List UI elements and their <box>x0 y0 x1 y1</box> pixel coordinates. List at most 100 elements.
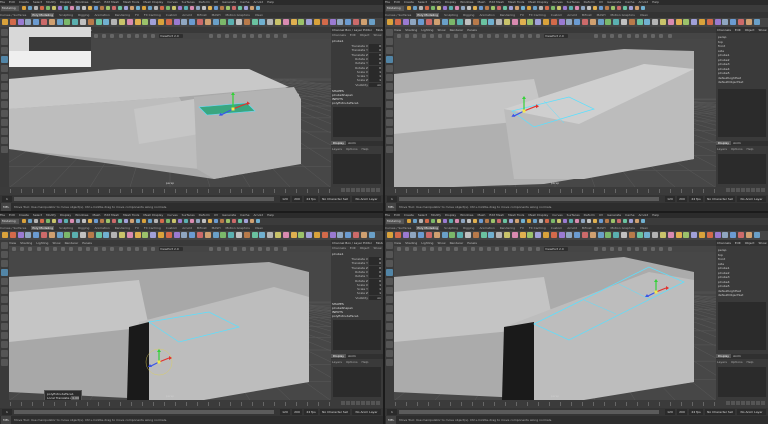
tool-icon[interactable] <box>386 65 393 72</box>
tool-icon[interactable] <box>1 251 8 258</box>
shelf-tool-icon[interactable] <box>667 19 674 25</box>
panel-icon[interactable] <box>495 247 500 251</box>
tool-icon[interactable] <box>386 83 393 90</box>
panel-icon[interactable] <box>421 247 426 251</box>
menu-select[interactable]: Select <box>418 0 427 4</box>
tool-icon[interactable] <box>386 38 393 45</box>
status-icon[interactable] <box>88 219 92 223</box>
shelf-tool-icon[interactable] <box>236 19 242 25</box>
shelf-tab[interactable]: Custom <box>551 226 563 230</box>
menu-surfaces[interactable]: Surfaces <box>182 0 195 4</box>
playback-button[interactable] <box>361 188 365 192</box>
status-icon[interactable] <box>154 219 158 223</box>
tool-icon[interactable] <box>1 101 8 108</box>
renderer-dropdown[interactable]: ViewPort 2.0 <box>544 34 568 38</box>
shelf-tool-icon[interactable] <box>142 19 149 25</box>
character-set-dropdown[interactable]: No Character Set <box>705 409 735 415</box>
shelf-tool-icon[interactable] <box>558 232 565 238</box>
shelf-tab[interactable]: Poly Modeling <box>31 13 55 17</box>
shelf-tab[interactable]: Sculpting <box>59 13 73 17</box>
panel-icon[interactable] <box>462 247 467 251</box>
menu-uv[interactable]: UV <box>599 213 603 217</box>
shelf-tool-icon[interactable] <box>353 232 359 238</box>
status-icon[interactable] <box>437 219 441 223</box>
panel-icon[interactable] <box>258 247 262 251</box>
playback-button[interactable] <box>361 401 365 405</box>
shelf-tab[interactable]: Rigging <box>463 226 474 230</box>
channel-value[interactable]: on <box>369 295 381 300</box>
shelf-tool-icon[interactable] <box>387 232 393 238</box>
shelf-tool-icon[interactable] <box>290 232 297 238</box>
panel-icon[interactable] <box>282 34 287 38</box>
layer-menu-item[interactable]: Layers <box>331 147 342 151</box>
status-icon[interactable] <box>190 219 194 223</box>
tool-icon[interactable] <box>386 128 393 135</box>
shelf-tab[interactable]: Motion Graphics <box>610 226 634 230</box>
shelf-tool-icon[interactable] <box>472 232 479 238</box>
panel-icon[interactable] <box>438 247 442 251</box>
panel-icon[interactable] <box>626 247 631 251</box>
panel-icon[interactable] <box>520 34 524 38</box>
status-icon[interactable] <box>473 219 477 223</box>
status-icon[interactable] <box>611 6 615 10</box>
channel-menu-item[interactable]: Object <box>359 33 370 37</box>
outliner-item[interactable]: pCube2 <box>718 58 730 62</box>
shelf-tool-icon[interactable] <box>558 19 565 25</box>
shelf-tab[interactable]: Motion Graphics <box>225 226 249 230</box>
menu-curves[interactable]: Curves <box>167 213 177 217</box>
panel-icon[interactable] <box>274 34 279 38</box>
channel-tab[interactable]: Channel Box / Layer Editor <box>331 28 372 32</box>
shelf-tool-icon[interactable] <box>527 232 534 238</box>
tool-icon[interactable] <box>386 278 393 285</box>
panel-icon[interactable] <box>634 34 639 38</box>
menu-generate[interactable]: Generate <box>607 0 621 4</box>
shelf-tool-icon[interactable] <box>165 19 172 25</box>
status-icon[interactable] <box>130 219 134 223</box>
tool-icon[interactable] <box>1 92 8 99</box>
shelf-tool-icon[interactable] <box>644 19 651 25</box>
panel-icon[interactable] <box>667 247 672 251</box>
shelf-tool-icon[interactable] <box>103 19 110 25</box>
playback-button[interactable] <box>371 188 375 192</box>
workspace-dropdown[interactable]: Modeling <box>1 6 19 11</box>
status-icon[interactable] <box>611 219 615 223</box>
status-icon[interactable] <box>52 6 56 10</box>
shelf-tool-icon[interactable] <box>722 19 729 25</box>
panel-icon[interactable] <box>446 34 451 38</box>
status-icon[interactable] <box>527 219 531 223</box>
shelf-tool-icon[interactable] <box>111 19 118 25</box>
shelf-tool-icon[interactable] <box>368 19 375 25</box>
menu-arnold[interactable]: Arnold <box>638 213 648 217</box>
panel-icon[interactable] <box>626 34 631 38</box>
status-icon[interactable] <box>70 219 74 223</box>
playback-button[interactable] <box>726 188 730 192</box>
shelf-tab[interactable]: MASH <box>212 226 221 230</box>
status-icon[interactable] <box>509 219 513 223</box>
tool-icon[interactable] <box>386 101 393 108</box>
status-icon[interactable] <box>425 219 429 223</box>
shelf-tab[interactable]: Rendering <box>500 13 515 17</box>
shelf-tool-icon[interactable] <box>699 19 705 25</box>
menu-uv[interactable]: UV <box>214 213 218 217</box>
panel-icon[interactable] <box>528 34 533 38</box>
range-start-field[interactable]: 1 <box>2 409 12 415</box>
viewport-scene[interactable] <box>9 27 91 67</box>
panel-menu-show[interactable]: Show <box>52 241 60 245</box>
range-slider[interactable] <box>399 197 659 201</box>
shelf-tool-icon[interactable] <box>738 19 744 25</box>
shelf-tool-icon[interactable] <box>441 232 448 238</box>
tool-icon[interactable] <box>1 332 8 339</box>
panel-icon[interactable] <box>85 247 90 251</box>
status-icon[interactable] <box>196 6 200 10</box>
status-icon[interactable] <box>58 219 62 223</box>
shelf-tool-icon[interactable] <box>95 19 102 25</box>
status-icon[interactable] <box>172 219 176 223</box>
status-icon[interactable] <box>467 219 471 223</box>
menu-modify[interactable]: Modify <box>431 213 441 217</box>
menu-modify[interactable]: Modify <box>46 213 56 217</box>
shelf-tab[interactable]: Animation <box>94 226 109 230</box>
shelf-tool-icon[interactable] <box>267 232 274 238</box>
playback-button[interactable] <box>761 401 765 405</box>
panel-icon[interactable] <box>651 34 656 38</box>
status-icon[interactable] <box>413 6 417 10</box>
